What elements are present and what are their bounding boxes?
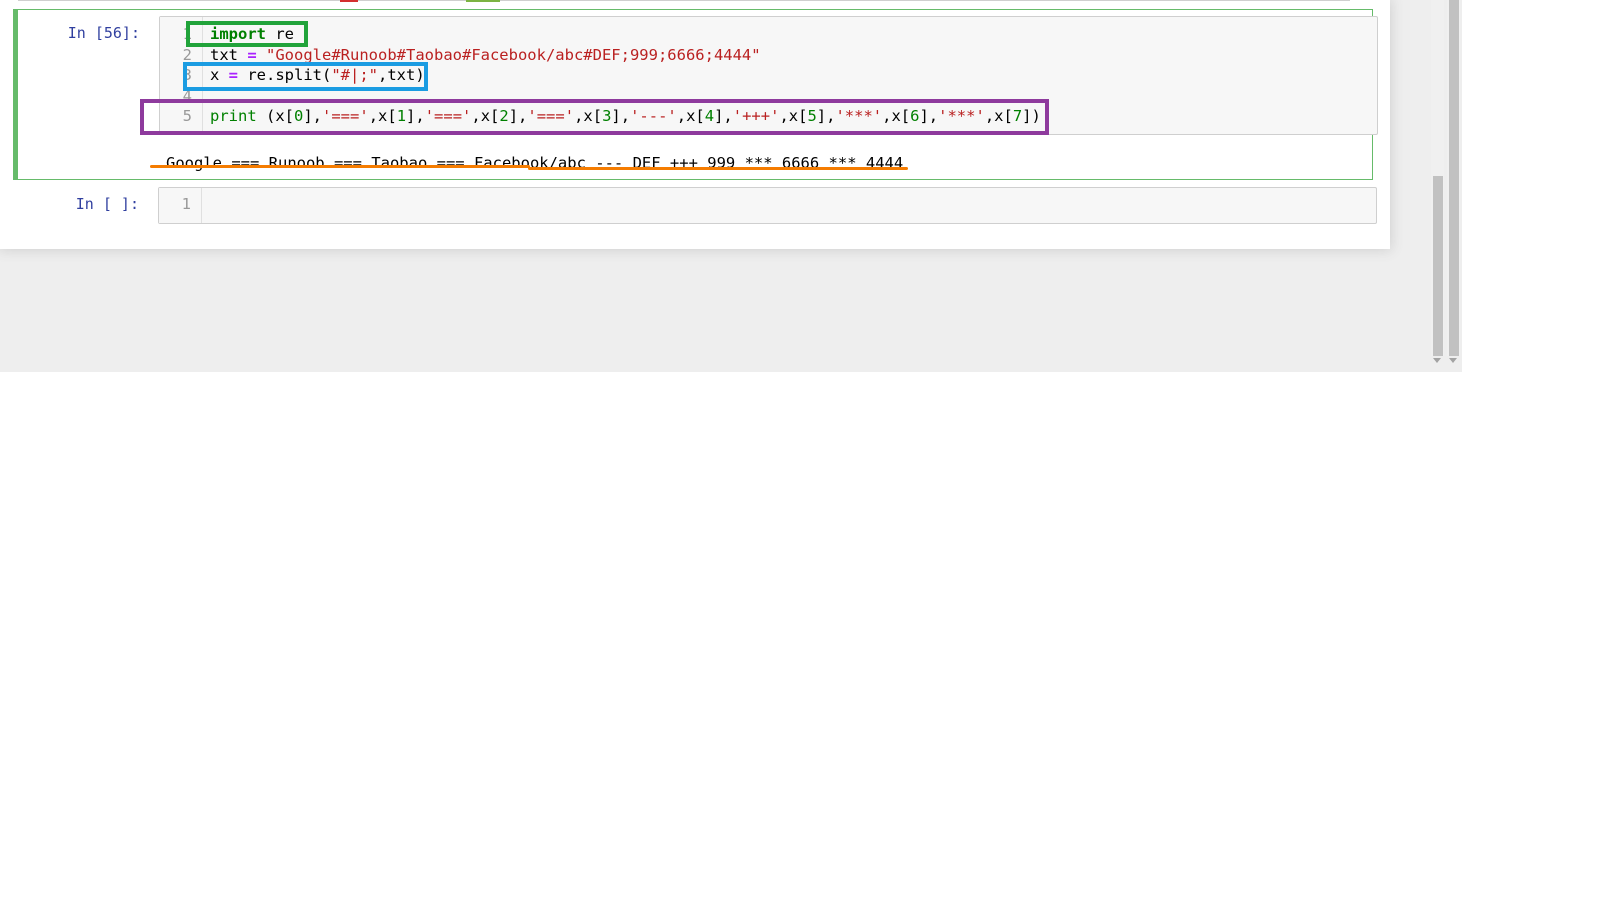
annotation-underline-output xyxy=(528,167,908,170)
cell-prompt: In [ ]: xyxy=(75,195,139,213)
code-token: = xyxy=(247,45,257,64)
code-editor[interactable]: 1 xyxy=(158,187,1377,224)
code-line[interactable]: 1 import re xyxy=(160,24,1377,45)
annotation-box-split xyxy=(183,62,428,91)
code-token: txt xyxy=(210,45,248,64)
notebook-container: In [56]: 1 import re 2 txt = "Google#Runoob… xyxy=(0,0,1390,249)
annotation-box-import xyxy=(186,21,308,47)
inner-scrollbar-thumb[interactable] xyxy=(1433,176,1443,356)
cell-selection-bar xyxy=(13,9,18,180)
notebook-viewport: In [56]: 1 import re 2 txt = "Google#Runoob… xyxy=(0,0,1462,372)
previous-cell-edge xyxy=(18,0,1350,1)
inner-scroll-down-icon[interactable] xyxy=(1433,358,1441,363)
code-cell-empty[interactable]: In [ ]: 1 xyxy=(13,186,1377,226)
annotation-underline-output xyxy=(150,165,530,168)
inner-scrollbar[interactable] xyxy=(1431,0,1444,356)
page-scrollbar-thumb[interactable] xyxy=(1449,0,1459,356)
previous-cell-marker xyxy=(466,0,500,2)
previous-cell-marker xyxy=(340,0,358,2)
page-scroll-down-icon[interactable] xyxy=(1449,358,1457,363)
line-number: 1 xyxy=(181,195,191,213)
page-scrollbar[interactable] xyxy=(1447,0,1460,356)
code-line[interactable]: 1 xyxy=(159,194,1376,215)
code-token: "Google#Runoob#Taobao#Facebook/abc#DEF;9… xyxy=(266,45,761,64)
cell-prompt: In [56]: xyxy=(67,24,140,42)
annotation-box-print xyxy=(140,99,1049,135)
